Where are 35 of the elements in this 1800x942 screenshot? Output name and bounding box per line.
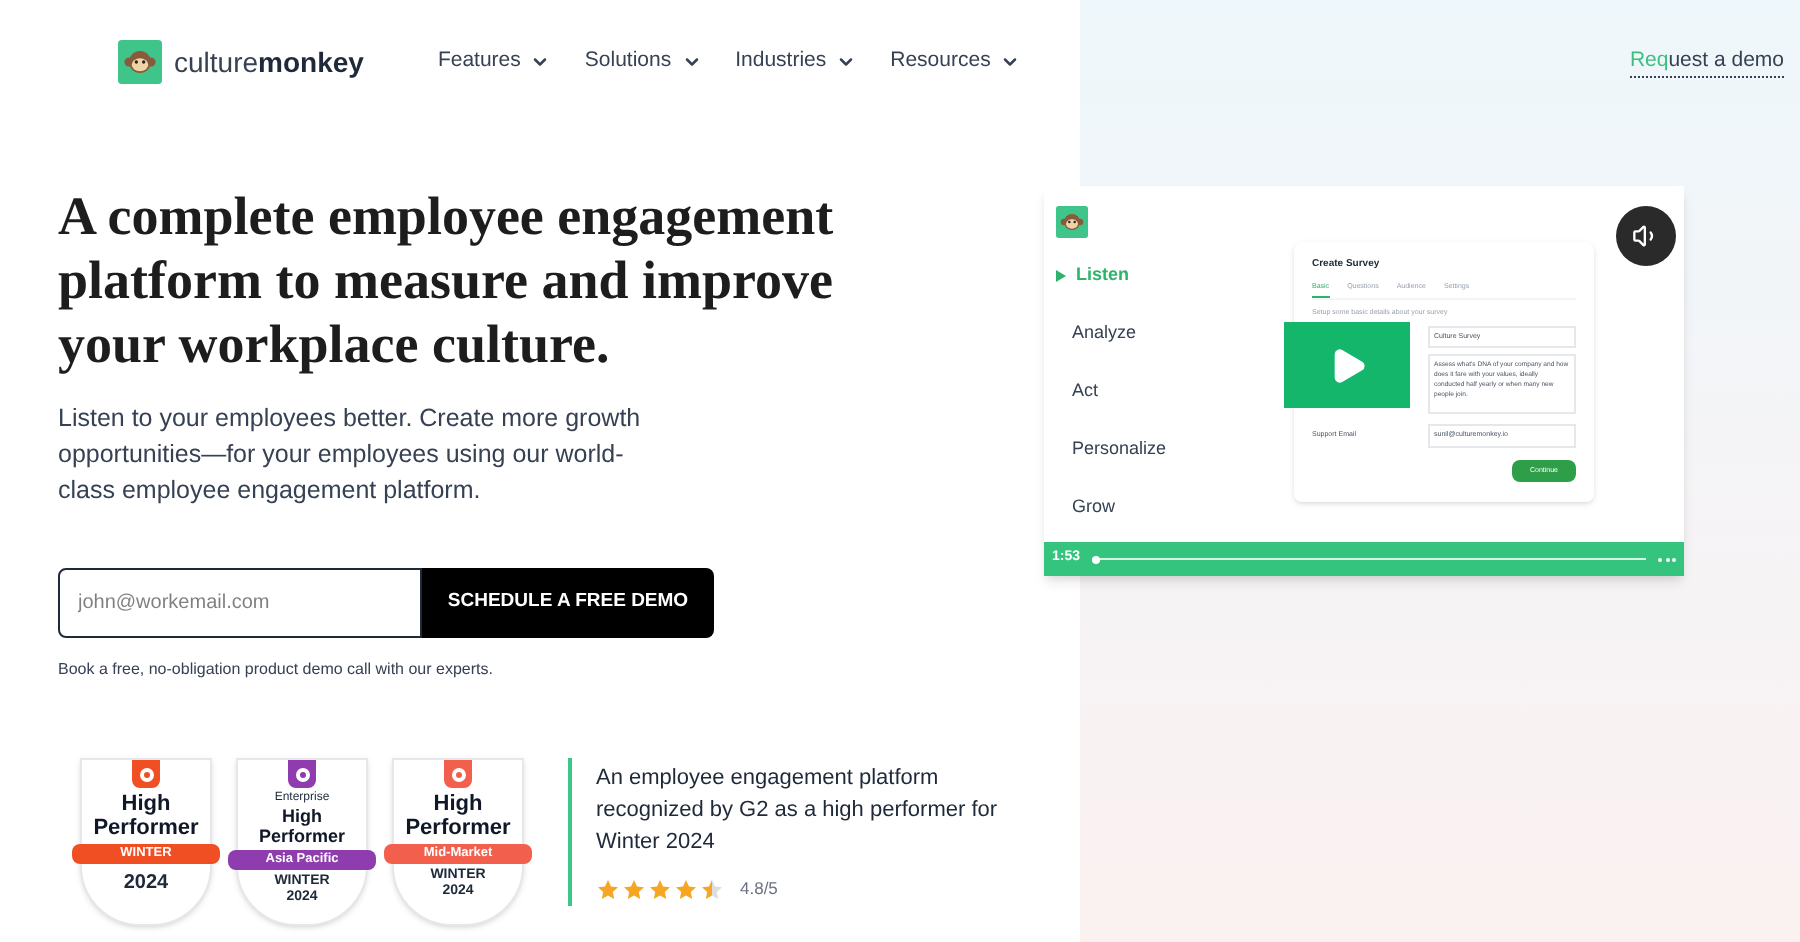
chevron-down-icon <box>1000 52 1021 72</box>
star-icon <box>674 877 698 902</box>
email-field[interactable]: john@workemail.com <box>58 568 422 638</box>
star-icon <box>648 877 672 902</box>
video-menu-item: Grow <box>1070 494 1118 521</box>
badge-title: High Performer <box>403 792 513 840</box>
nav-menu[interactable]: Industries <box>735 46 857 78</box>
star-icon <box>622 877 646 902</box>
chevron-down-icon <box>530 52 551 72</box>
rating-value: 4.8/5 <box>740 876 778 902</box>
video-menu-item: Personalize <box>1070 436 1169 463</box>
hero-subtitle: Listen to your employees better. Create more growth opportunities—for your employees using our world-class employee engagement platform. <box>58 402 643 508</box>
badge-title: High Performer <box>91 792 201 840</box>
badge-year: 2024 <box>123 870 169 898</box>
star-icon <box>596 877 620 902</box>
chevron-down-icon <box>836 52 857 72</box>
monkey-logo-icon <box>1056 206 1088 238</box>
recognition-text: An employee engagement platform recognized by G2 as a high performer for Winter 2024 <box>596 764 1000 858</box>
schedule-demo-button[interactable]: SCHEDULE A FREE DEMO <box>422 568 714 638</box>
request-demo-link[interactable]: Request a demo <box>1629 45 1784 79</box>
badge-title: High Performer <box>256 806 348 846</box>
video-menu-item: Listen <box>1056 258 1294 294</box>
hero-title: A complete employee engagement platform to measure and improve your workplace culture. <box>58 184 836 376</box>
nav-menu[interactable]: Solutions <box>584 46 702 78</box>
brand-name[interactable]: culturemonkey <box>174 41 364 83</box>
play-button[interactable] <box>1284 322 1410 408</box>
volume-button[interactable] <box>1616 206 1676 266</box>
nav-menu[interactable]: Resources <box>890 46 1021 78</box>
chevron-down-icon <box>681 52 702 72</box>
video-menu-item: Analyze <box>1070 320 1139 347</box>
demo-note: Book a free, no-obligation product demo call with our experts. <box>58 658 495 682</box>
nav-menu[interactable]: Features <box>437 46 551 78</box>
video-menu-item: Act <box>1070 378 1101 405</box>
monkey-logo-icon <box>118 40 162 84</box>
star-icon <box>700 877 724 902</box>
